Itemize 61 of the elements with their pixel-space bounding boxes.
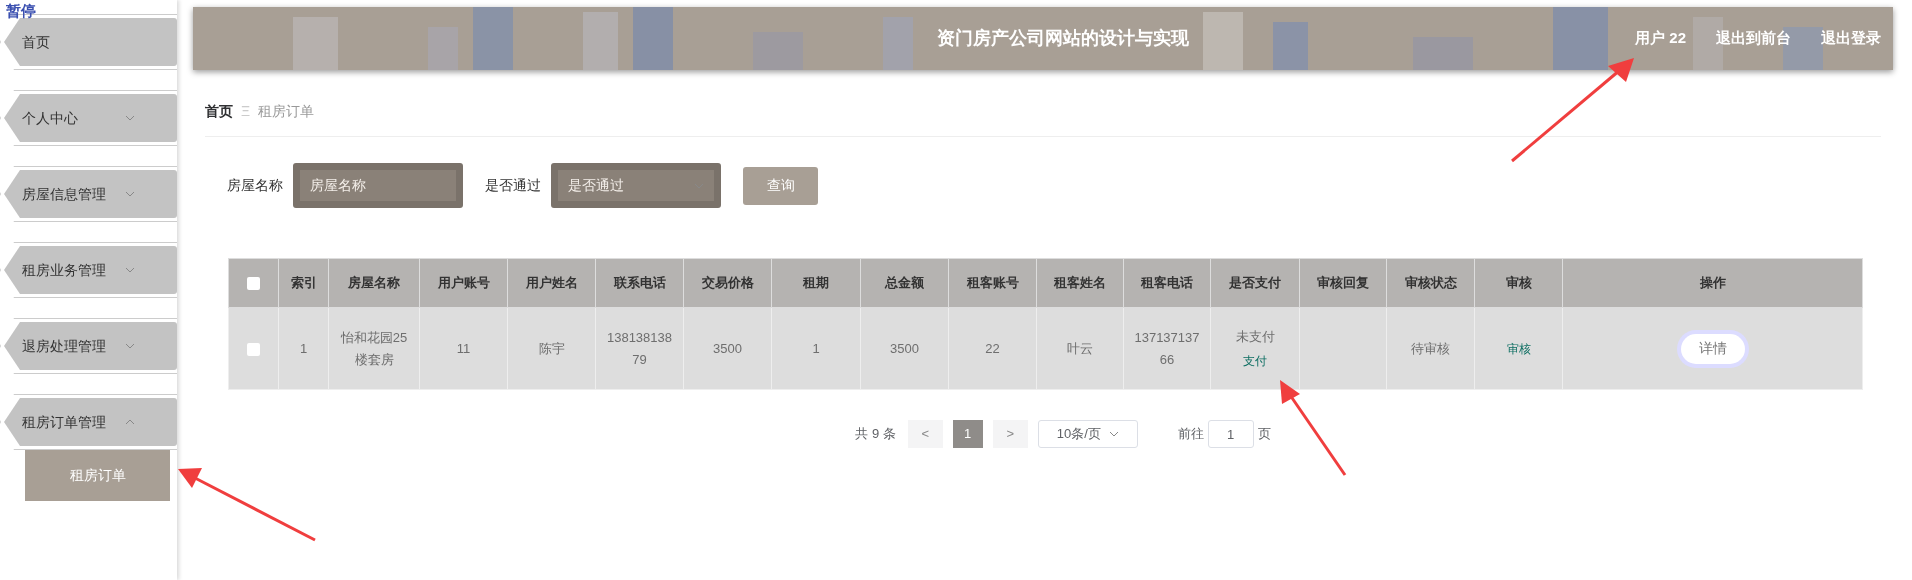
column-header: 用户账号 <box>419 258 508 308</box>
checkbox[interactable] <box>247 277 260 291</box>
header-link[interactable]: 退出登录 <box>1821 27 1881 50</box>
sidebar-item[interactable]: 首页 <box>4 18 177 66</box>
search-button[interactable]: 查询 <box>743 166 818 205</box>
column-header: 审核状态 <box>1386 258 1475 308</box>
table-cell: 1 <box>278 307 329 390</box>
sidebar-item[interactable]: 租房业务管理 <box>4 246 177 294</box>
sidebar-item[interactable]: 房屋信息管理 <box>4 170 177 218</box>
column-header: 总金额 <box>860 258 949 308</box>
checkbox[interactable] <box>247 342 260 356</box>
input-field[interactable]: 房屋名称 <box>293 163 463 208</box>
goto-label: 前往 <box>1177 425 1204 444</box>
page-size-select[interactable]: 10条/页 <box>1037 420 1138 448</box>
page-button[interactable]: 1 <box>952 420 983 448</box>
chevron-down-icon <box>1108 431 1119 437</box>
column-header: 租客账号 <box>948 258 1037 308</box>
field-label: 是否通过 <box>485 176 541 195</box>
column-header: 房屋名称 <box>328 258 420 308</box>
column-header: 租期 <box>771 258 861 308</box>
table-cell: 3500 <box>683 307 772 390</box>
table-cell: 1 <box>771 307 861 390</box>
table-cell: 13813813879 <box>595 307 684 390</box>
total-count: 共 9 条 <box>855 425 896 444</box>
sidebar-item[interactable]: 退房处理管理 <box>4 322 177 370</box>
table-cell: 3500 <box>860 307 949 390</box>
table-cell: 叶云 <box>1036 307 1124 390</box>
sidebar-item[interactable]: 个人中心 <box>4 94 177 142</box>
column-header: 索引 <box>278 258 329 308</box>
table-cell: 11 <box>419 307 508 390</box>
column-header: 租客电话 <box>1123 258 1211 308</box>
table-cell: 陈宇 <box>507 307 596 390</box>
column-header: 是否支付 <box>1210 258 1300 308</box>
breadcrumb-link[interactable]: 租房订单 <box>258 101 315 122</box>
column-header: 操作 <box>1562 258 1863 308</box>
site-title: 资门房产公司网站的设计与实现 <box>937 27 1189 50</box>
sidebar-item[interactable]: 租房订单管理 <box>4 398 177 446</box>
column-header: 审核 <box>1474 258 1563 308</box>
header-link[interactable]: 退出到前台 <box>1716 27 1791 50</box>
table-cell: 22 <box>948 307 1037 390</box>
page-input[interactable]: 1 <box>1207 420 1254 448</box>
column-header: 联系电话 <box>595 258 684 308</box>
field-label: 房屋名称 <box>227 176 283 195</box>
column-header: 交易价格 <box>683 258 772 308</box>
column-header: 审核回复 <box>1299 258 1387 308</box>
header-link[interactable]: 用户 22 <box>1635 27 1686 50</box>
column-header: 租客姓名 <box>1036 258 1124 308</box>
table-cell: 13713713766 <box>1123 307 1211 390</box>
payment-status: 未支付 <box>1234 327 1276 346</box>
table-cell: 怡和花园25楼套房 <box>328 307 420 390</box>
overlay-label: 暂停 <box>6 1 36 21</box>
previous-page-button[interactable]: < <box>907 420 943 448</box>
breadcrumb-link[interactable]: 首页 <box>205 101 233 122</box>
next-page-button[interactable]: > <box>992 420 1028 448</box>
review-status: 待审核 <box>1411 340 1450 356</box>
sidebar-subitem[interactable]: 租房订单 <box>25 450 170 501</box>
review-link[interactable]: 审核 <box>1506 341 1531 356</box>
pay-link[interactable]: 支付 <box>1211 352 1299 371</box>
page-suffix: 页 <box>1257 425 1271 444</box>
column-header: 用户姓名 <box>507 258 596 308</box>
select-field[interactable]: 是否通过 <box>551 163 721 208</box>
